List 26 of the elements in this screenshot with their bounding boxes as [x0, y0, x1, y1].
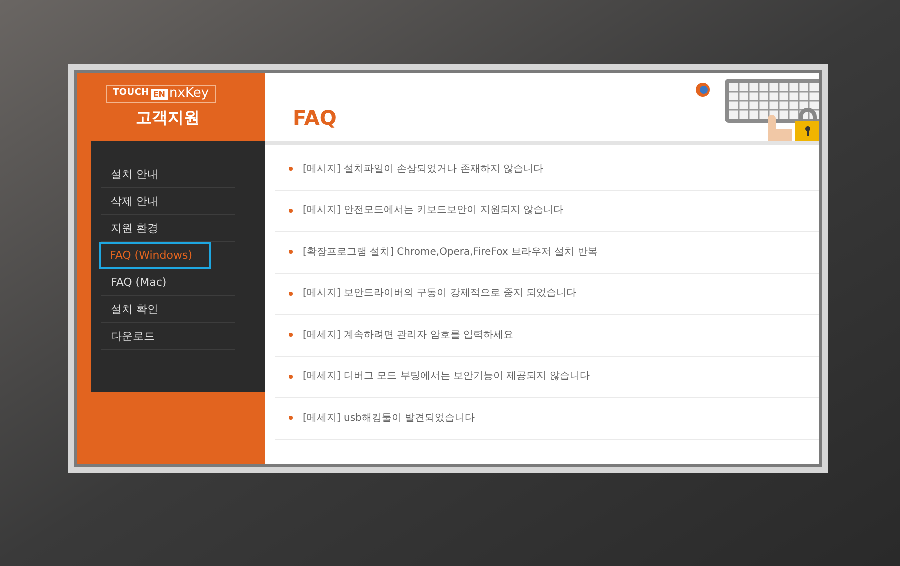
- page-title: FAQ: [293, 105, 337, 132]
- bullet-icon: [289, 208, 293, 213]
- logo-text: TOUCH: [112, 87, 150, 100]
- menu-item[interactable]: 설치 안내: [101, 161, 235, 188]
- bullet-icon: [289, 250, 293, 254]
- logo-badge: EN: [151, 88, 168, 100]
- menu-item[interactable]: 설치 확인: [101, 296, 235, 323]
- faq-link[interactable]: [확장프로그램 설치] Chrome,Opera,FireFox 브라우저 설치 반복: [303, 244, 598, 260]
- menu-item[interactable]: 다운로드: [101, 323, 235, 350]
- faq-link[interactable]: [메시지] 설치파일이 손상되었거나 존재하지 않습니다: [303, 162, 544, 177]
- faq-link[interactable]: [메시지] 보안드라이버의 구동이 강제적으로 중지 되었습니다: [303, 286, 577, 302]
- menu-item[interactable]: FAQ (Windows): [99, 242, 211, 269]
- menu-item[interactable]: FAQ (Mac): [101, 269, 235, 296]
- faq-link[interactable]: [메시지] 안전모드에서는 키보드보안이 지원되지 않습니다: [303, 203, 564, 218]
- bullet-icon: [289, 167, 293, 172]
- faq-link[interactable]: [메세지] usb해킹툴이 발견되었습니다: [303, 410, 476, 426]
- menu-item[interactable]: 삭제 안내: [101, 188, 235, 215]
- menu-item[interactable]: 지원 환경: [101, 215, 235, 242]
- bullet-icon: [289, 333, 293, 338]
- sidebar-title: 고객지원: [136, 107, 200, 129]
- faq-link[interactable]: [메세지] 계속하려면 관리자 암호를 입력하세요: [303, 328, 514, 343]
- logo-text: nxKey: [170, 85, 210, 104]
- bullet-icon: [289, 292, 293, 296]
- bullet-icon: [289, 416, 293, 420]
- faq-link[interactable]: [메세지] 디버그 모드 부팅에서는 보안기능이 제공되지 않습니다: [303, 369, 590, 384]
- bullet-icon: [289, 374, 293, 379]
